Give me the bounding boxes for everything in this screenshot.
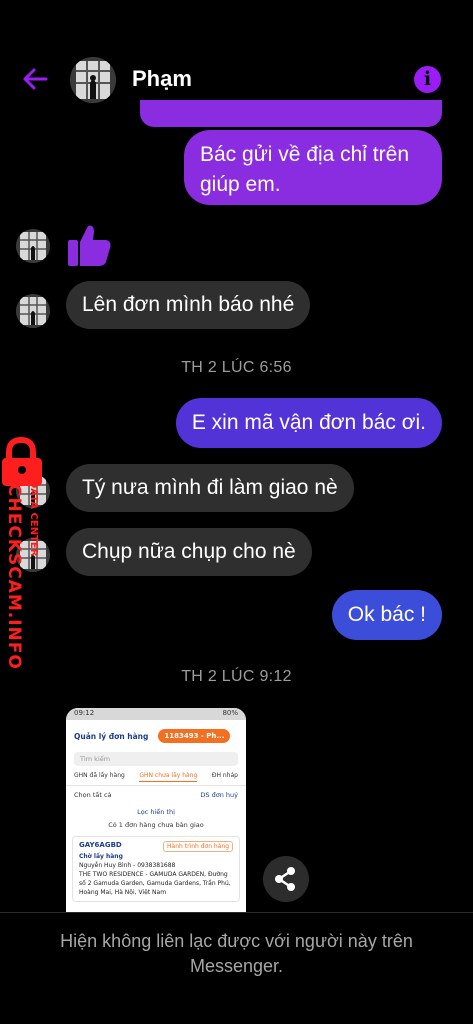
timestamp: TH 2 LÚC 9:12: [181, 668, 292, 685]
timestamp: TH 2 LÚC 6:56: [181, 359, 292, 376]
cancelled-list: DS đơn huỷ: [200, 791, 238, 799]
share-button[interactable]: [263, 856, 309, 902]
thumbs-up-icon[interactable]: [66, 220, 114, 268]
order-code: GAY6AGBD: [79, 841, 122, 849]
tab-picked: GHN đã lấy hàng: [74, 772, 125, 779]
message-bubble-outgoing[interactable]: E xin mã vận đơn bác ơi.: [175, 398, 442, 448]
unavailable-notice: Hiện không liên lạc được với người này t…: [0, 912, 473, 1024]
message-bubble-incoming[interactable]: Chụp nữa chụp cho nè: [66, 528, 312, 576]
watermark-subtext: DATA CENTER: [28, 480, 39, 557]
contact-avatar-small: [16, 229, 50, 263]
customer-address: THE TWO RESIDENCE - GAMUDA GARDEN, Đường…: [79, 871, 231, 896]
filter-label: Lọc hiển thị: [137, 808, 175, 816]
contact-avatar-small: [16, 294, 50, 328]
select-all: Chọn tất cả: [74, 791, 112, 799]
message-bubble-outgoing[interactable]: Bác gửi về địa chỉ trên giúp em.: [184, 130, 442, 205]
arrow-left-icon[interactable]: [20, 64, 50, 94]
watermark-text: CHECKSCAM.INFO: [4, 484, 24, 670]
select-row: Chọn tất cả DS đơn huỷ: [66, 786, 246, 804]
tab-draft: ĐH nháp: [211, 772, 238, 779]
customer-info: Nguyễn Huy Bình - 0938381688: [79, 862, 176, 869]
message-bubble-outgoing[interactable]: Ok bác !: [331, 590, 442, 640]
app-bar: Quản lý đơn hàng 1183493 - Ph...: [66, 720, 246, 752]
message-bubble-previous: [140, 100, 442, 127]
order-card: GAY6AGBD Hành trình đơn hàng Chờ lấy hàn…: [72, 836, 240, 902]
order-status: Chờ lấy hàng: [79, 853, 123, 860]
message-bubble-incoming[interactable]: Tý nưa mình đi làm giao nè: [66, 464, 354, 512]
shared-image[interactable]: 09:12 80% Quản lý đơn hàng 1183493 - Ph.…: [66, 708, 246, 913]
info-icon[interactable]: i: [414, 66, 441, 93]
journey-label: Hành trình đơn hàng: [163, 841, 233, 852]
status-bar: 09:12 80%: [66, 708, 246, 720]
tab-not-picked: GHN chưa lấy hàng: [139, 772, 198, 782]
contact-name[interactable]: Phạm: [132, 66, 192, 92]
tab-bar: GHN đã lấy hàng GHN chưa lấy hàng ĐH nhá…: [66, 766, 246, 786]
status-battery: 80%: [222, 709, 238, 717]
search-field: Tìm kiếm: [74, 752, 238, 766]
notice-text: Có 1 đơn hàng chưa bàn giao: [108, 821, 204, 829]
message-bubble-incoming[interactable]: Lên đơn mình báo nhé: [66, 281, 311, 329]
contact-avatar[interactable]: [70, 57, 116, 103]
status-time: 09:12: [74, 709, 95, 717]
share-icon: [275, 867, 295, 891]
app-title: Quản lý đơn hàng: [74, 731, 149, 741]
account-pill: 1183493 - Ph...: [158, 729, 231, 743]
